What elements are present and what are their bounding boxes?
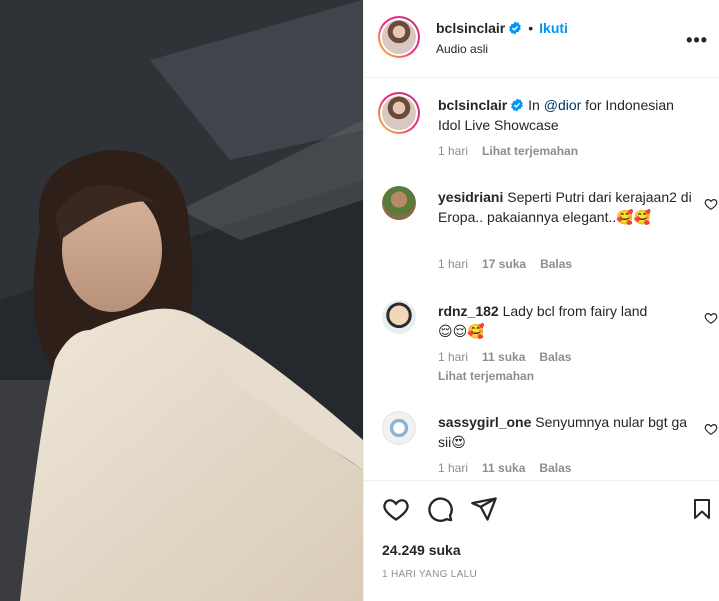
more-options-icon[interactable]: ••• [686, 30, 708, 51]
comment-icon[interactable] [426, 495, 454, 523]
header-separator: • [528, 20, 534, 36]
comment-avatar[interactable] [382, 411, 416, 445]
caption-meta: 1 hari Lihat terjemahan [438, 144, 592, 158]
comment-username[interactable]: rdnz_182 [438, 303, 499, 319]
follow-button[interactable]: Ikuti [539, 20, 568, 36]
caption-avatar[interactable] [378, 92, 420, 134]
comment-likes[interactable]: 17 suka [482, 257, 526, 271]
comment-emoji: 😌😌🥰 [438, 323, 485, 339]
comment-like-heart-icon[interactable] [704, 311, 718, 325]
comment-text: rdnz_182 Lady bcl from fairy land 😌😌🥰 [438, 301, 700, 341]
comment-time[interactable]: 1 hari [438, 461, 468, 475]
comment-emoji: 😍 [451, 434, 466, 450]
caption-text: bclsinclair In @dior for Indonesian Idol… [438, 95, 700, 135]
post-video[interactable] [0, 0, 363, 601]
caption-translate-link[interactable]: Lihat terjemahan [482, 144, 578, 158]
video-frame-image [0, 0, 363, 601]
mention-link[interactable]: @dior [544, 97, 582, 113]
comment-text: sassygirl_one Senyumnya nular bgt ga sii… [438, 412, 700, 452]
caption-prefix: In [528, 97, 544, 113]
comment-likes[interactable]: 11 suka [482, 350, 525, 364]
comment-meta: 1 hari 11 suka Balas [438, 350, 585, 364]
comment-avatar[interactable] [382, 186, 416, 220]
author-avatar[interactable] [378, 16, 420, 58]
comment-body: Lady bcl from fairy land [502, 303, 648, 319]
author-username[interactable]: bclsinclair [436, 20, 505, 36]
verified-badge-icon [509, 21, 522, 35]
post-timestamp[interactable]: 1 HARI YANG LALU [382, 569, 477, 580]
post-modal: bclsinclair • Ikuti Audio asli ••• bclsinc… [0, 0, 719, 601]
comment-like-heart-icon[interactable] [704, 422, 718, 436]
comment-reply-button[interactable]: Balas [539, 461, 571, 475]
bookmark-icon[interactable] [690, 495, 714, 523]
comment-username[interactable]: yesidriani [438, 189, 503, 205]
comments-section: bclsinclair In @dior for Indonesian Idol… [364, 79, 719, 479]
send-icon[interactable] [470, 495, 498, 523]
comment-text: yesidriani Seperti Putri dari kerajaan2 … [438, 187, 700, 227]
comment-reply-button[interactable]: Balas [539, 350, 571, 364]
post-header: bclsinclair • Ikuti Audio asli ••• [364, 0, 719, 78]
comment-meta: 1 hari 11 suka Balas [438, 461, 585, 475]
audio-label[interactable]: Audio asli [436, 42, 488, 56]
comment-emoji: 🥰🥰 [616, 209, 652, 225]
post-actions: 24.249 suka 1 HARI YANG LALU [364, 480, 719, 601]
comment-translate-link[interactable]: Lihat terjemahan [438, 369, 534, 383]
comment-time[interactable]: 1 hari [438, 257, 468, 271]
comment-avatar[interactable] [382, 300, 416, 334]
comment-reply-button[interactable]: Balas [540, 257, 572, 271]
comment-meta: 1 hari 17 suka Balas [438, 257, 586, 271]
post-details-panel: bclsinclair • Ikuti Audio asli ••• bclsinc… [363, 0, 719, 601]
verified-badge-icon [511, 98, 524, 112]
comment-time[interactable]: 1 hari [438, 350, 468, 364]
heart-icon[interactable] [382, 495, 410, 523]
comment-likes[interactable]: 11 suka [482, 461, 525, 475]
caption-time[interactable]: 1 hari [438, 144, 468, 158]
likes-count[interactable]: 24.249 suka [382, 542, 461, 558]
comment-like-heart-icon[interactable] [704, 197, 718, 211]
comment-username[interactable]: sassygirl_one [438, 414, 531, 430]
caption-username[interactable]: bclsinclair [438, 97, 507, 113]
